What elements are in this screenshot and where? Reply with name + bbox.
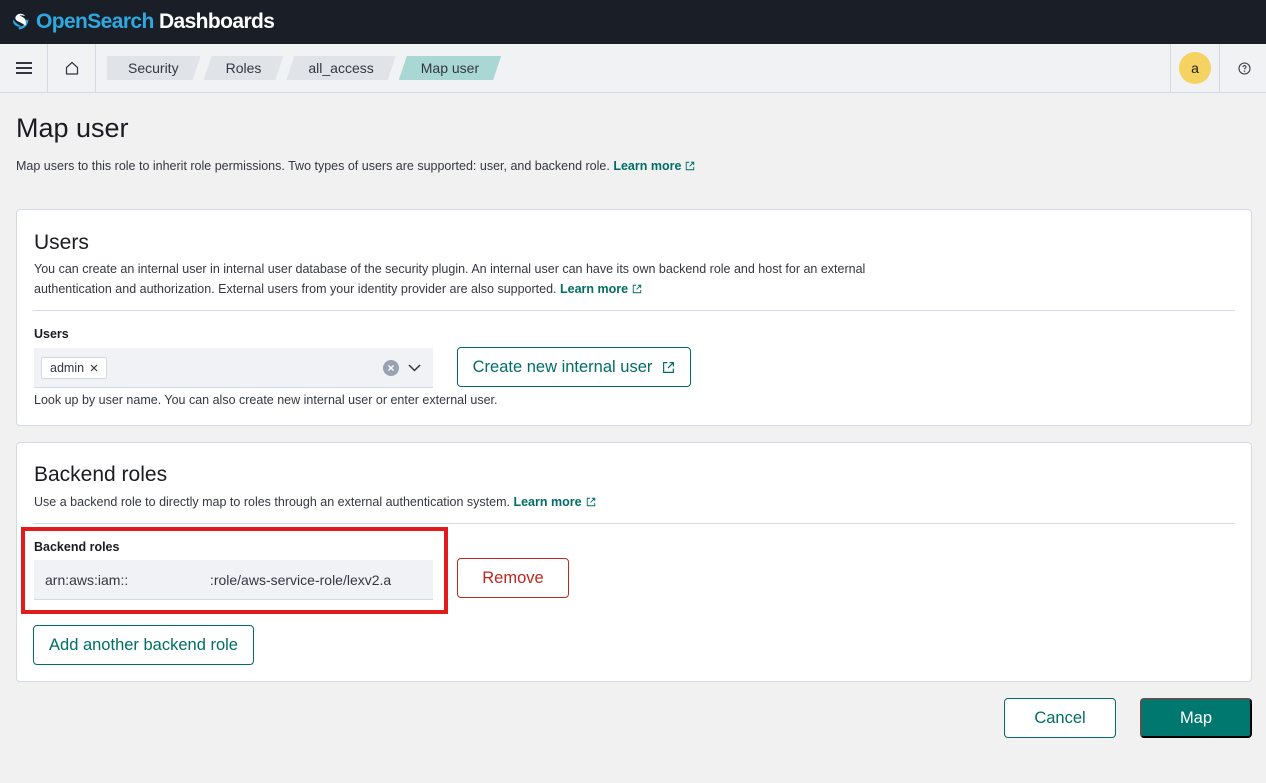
external-link-icon: [586, 497, 595, 507]
breadcrumb-all-access[interactable]: all_access: [286, 56, 395, 80]
menu-toggle-button[interactable]: [0, 44, 48, 92]
brand-name-opensearch: OpenSearch: [36, 10, 154, 33]
learn-more-label: Learn more: [613, 159, 682, 173]
combo-dropdown-button[interactable]: [406, 360, 422, 376]
create-internal-user-button[interactable]: Create new internal user: [457, 347, 691, 387]
close-icon: [90, 364, 98, 372]
page-description: Map users to this role to inherit role p…: [16, 159, 695, 173]
nav-bar: Security Roles all_access Map user a: [0, 44, 1266, 93]
cancel-button[interactable]: Cancel: [1004, 698, 1116, 738]
user-menu-button[interactable]: a: [1170, 44, 1220, 92]
learn-more-link[interactable]: Learn more: [613, 159, 695, 173]
breadcrumb-map-user: Map user: [399, 56, 501, 80]
backend-roles-description-text: Use a backend role to directly map to ro…: [34, 495, 510, 509]
home-icon: [65, 61, 78, 75]
external-link-icon: [632, 284, 642, 294]
backend-roles-field-label: Backend roles: [34, 540, 120, 554]
users-field-label: Users: [34, 327, 69, 341]
users-panel-description-text: You can create an internal user in inter…: [34, 262, 866, 296]
users-learn-more-link[interactable]: Learn more: [560, 282, 642, 296]
backend-role-input[interactable]: arn:aws:iam:: :role/aws-service-role/lex…: [34, 560, 433, 600]
remove-backend-role-button[interactable]: Remove: [457, 558, 569, 598]
users-panel-description: You can create an internal user in inter…: [34, 259, 914, 299]
add-backend-role-button[interactable]: Add another backend role: [33, 625, 254, 665]
help-icon: [1237, 61, 1251, 75]
backend-roles-panel-description: Use a backend role to directly map to ro…: [34, 492, 914, 512]
opensearch-logo-icon: [13, 13, 29, 30]
users-panel: Users You can create an internal user in…: [16, 209, 1252, 426]
users-help-text: Look up by user name. You can also creat…: [34, 393, 498, 407]
users-learn-more-label: Learn more: [560, 282, 629, 296]
clear-selection-button[interactable]: [383, 360, 399, 376]
clear-icon: [388, 365, 394, 371]
top-header: OpenSearch Dashboards: [0, 0, 1266, 44]
opensearch-logo[interactable]: OpenSearch Dashboards: [10, 10, 275, 34]
user-pill-admin: admin: [41, 357, 108, 379]
users-panel-divider: [33, 310, 1235, 311]
breadcrumb-security[interactable]: Security: [107, 56, 201, 80]
page-title: Map user: [16, 113, 129, 143]
backend-roles-panel-divider: [33, 523, 1235, 524]
home-button[interactable]: [48, 44, 96, 92]
hamburger-menu-icon: [15, 62, 32, 74]
chevron-down-icon: [407, 364, 421, 372]
remove-user-button[interactable]: [90, 358, 98, 378]
create-internal-user-label: Create new internal user: [472, 357, 653, 376]
map-button[interactable]: Map: [1140, 698, 1252, 738]
users-combo-box[interactable]: admin: [34, 348, 433, 388]
user-pill-label: admin: [50, 361, 85, 375]
help-button[interactable]: [1222, 44, 1266, 92]
backend-roles-panel: Backend roles Use a backend role to dire…: [16, 442, 1252, 682]
users-panel-title: Users: [34, 231, 89, 254]
avatar: a: [1179, 52, 1211, 84]
backend-roles-learn-more-link[interactable]: Learn more: [513, 495, 595, 509]
page-description-text: Map users to this role to inherit role p…: [16, 159, 610, 173]
backend-roles-panel-title: Backend roles: [34, 463, 168, 486]
breadcrumb: Security Roles all_access Map user: [107, 56, 504, 80]
external-link-icon: [663, 361, 675, 373]
brand-name-dashboards: Dashboards: [153, 10, 275, 33]
breadcrumb-roles[interactable]: Roles: [204, 56, 284, 80]
backend-roles-learn-more-label: Learn more: [513, 495, 582, 509]
external-link-icon: [686, 161, 695, 171]
